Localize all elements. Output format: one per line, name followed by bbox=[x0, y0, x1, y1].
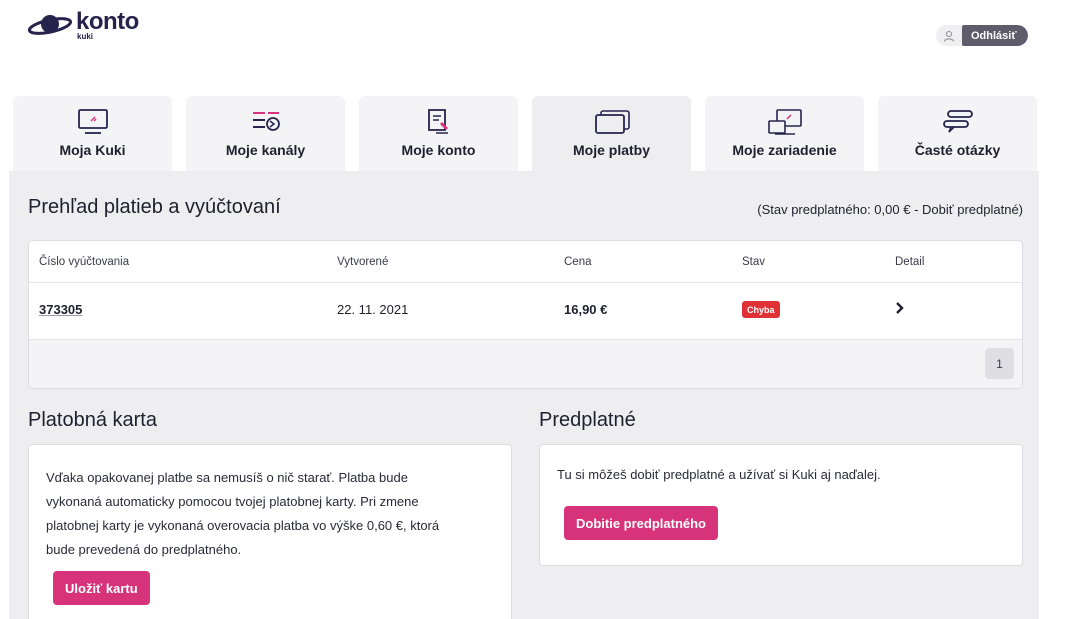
payments-table: Číslo vyúčtovania Vytvorené Cena Stav De… bbox=[28, 240, 1023, 389]
tab-label: Moja Kuki bbox=[59, 142, 126, 158]
logo-word: konto bbox=[76, 8, 139, 35]
subscription-status-link[interactable]: (Stav predplatného: 0,00 € - Dobiť predp… bbox=[757, 202, 1023, 217]
table-row[interactable]: 373305 22. 11. 2021 16,90 € Chyba bbox=[29, 283, 1022, 340]
tab-moje-konto[interactable]: Moje konto bbox=[359, 96, 518, 171]
tab-caste-otazky[interactable]: Časté otázky bbox=[878, 96, 1037, 171]
column-header-detail: Detail bbox=[895, 256, 925, 268]
planet-logo-icon bbox=[27, 10, 74, 38]
chevron-right-icon[interactable] bbox=[895, 297, 905, 320]
faq-icon bbox=[941, 106, 975, 138]
card-section-text: Vďaka opakovanej platbe sa nemusíš o nič… bbox=[46, 466, 439, 562]
column-header-created: Vytvorené bbox=[337, 256, 389, 268]
card-text-line: bude prevedená do predplatného. bbox=[46, 542, 242, 557]
logout-button[interactable]: Odhlásiť bbox=[962, 25, 1028, 46]
user-icon bbox=[936, 25, 962, 46]
tab-moja-kuki[interactable]: Moja Kuki bbox=[13, 96, 172, 171]
tab-moje-platby[interactable]: Moje platby bbox=[532, 96, 691, 171]
invoice-price: 16,90 € bbox=[564, 302, 608, 317]
tab-label: Moje platby bbox=[572, 142, 650, 158]
user-menu: Odhlásiť bbox=[936, 25, 1028, 46]
column-header-status: Stav bbox=[742, 256, 766, 268]
invoice-created: 22. 11. 2021 bbox=[337, 302, 409, 317]
page-title: Prehľad platieb a vyúčtovaní bbox=[28, 196, 281, 218]
devices-icon bbox=[765, 106, 805, 138]
card-icon bbox=[592, 106, 632, 138]
account-icon bbox=[422, 106, 456, 138]
prepaid-section: Tu si môžeš dobiť predplatné a užívať si… bbox=[539, 444, 1023, 566]
save-card-button[interactable]: Uložiť kartu bbox=[53, 571, 150, 605]
card-section-title: Platobná karta bbox=[28, 409, 157, 431]
channel-list-icon bbox=[249, 106, 283, 138]
column-header-number: Číslo vyúčtovania bbox=[39, 256, 130, 268]
tab-moje-zariadenie[interactable]: Moje zariadenie bbox=[705, 96, 864, 171]
payments-panel: Prehľad platieb a vyúčtovaní (Stav predp… bbox=[9, 171, 1039, 619]
column-header-price: Cena bbox=[564, 256, 592, 268]
prepaid-section-title: Predplatné bbox=[539, 409, 636, 431]
prepaid-section-text: Tu si môžeš dobiť predplatné a užívať si… bbox=[557, 467, 881, 482]
card-section: Vďaka opakovanej platbe sa nemusíš o nič… bbox=[28, 444, 512, 619]
logo[interactable]: konto kuki bbox=[27, 8, 139, 41]
status-badge: Chyba bbox=[742, 301, 780, 318]
invoice-number-link[interactable]: 373305 bbox=[39, 302, 82, 317]
top-up-button[interactable]: Dobitie predplatného bbox=[564, 506, 718, 540]
tab-label: Moje zariadenie bbox=[732, 142, 837, 158]
card-text-line: vykonaná automaticky pomocou tvojej plat… bbox=[46, 494, 419, 509]
tab-label: Moje kanály bbox=[225, 142, 306, 158]
pagination-page-button[interactable]: 1 bbox=[985, 348, 1014, 379]
table-header: Číslo vyúčtovania Vytvorené Cena Stav De… bbox=[29, 241, 1022, 283]
card-text-line: Vďaka opakovanej platbe sa nemusíš o nič… bbox=[46, 470, 408, 485]
tab-moje-kanaly[interactable]: Moje kanály bbox=[186, 96, 345, 171]
main-tabs: Moja Kuki Moje kanály Moje konto Moje pl… bbox=[13, 96, 1037, 171]
card-text-line: platobnej karty je vykonaná overovacia p… bbox=[46, 518, 440, 533]
tab-label: Časté otázky bbox=[914, 142, 1001, 158]
table-footer: 1 bbox=[29, 340, 1022, 388]
monitor-icon bbox=[76, 106, 110, 138]
tab-label: Moje konto bbox=[401, 142, 476, 158]
